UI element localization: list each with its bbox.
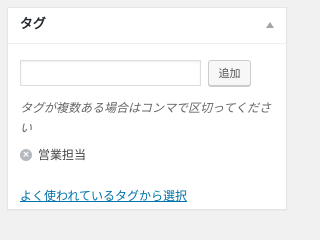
add-tag-button[interactable]: 追加 <box>208 60 251 86</box>
help-text: タグが複数ある場合はコンマで区切ってください <box>20 101 272 135</box>
tags-metabox: タグ 追加 タグが複数ある場合はコンマで区切ってください × 営業担当 よく使わ… <box>7 7 287 210</box>
tag-label: 営業担当 <box>38 148 87 162</box>
tag-cloud-link[interactable]: よく使われているタグから選択 <box>20 188 187 204</box>
tag-item: × 営業担当 <box>20 147 86 163</box>
metabox-title: タグ <box>20 17 47 32</box>
tag-input[interactable] <box>20 60 201 86</box>
metabox-header[interactable]: タグ <box>8 8 286 44</box>
remove-circle-icon[interactable]: × <box>20 149 32 161</box>
arrow-up-icon[interactable] <box>266 22 274 28</box>
